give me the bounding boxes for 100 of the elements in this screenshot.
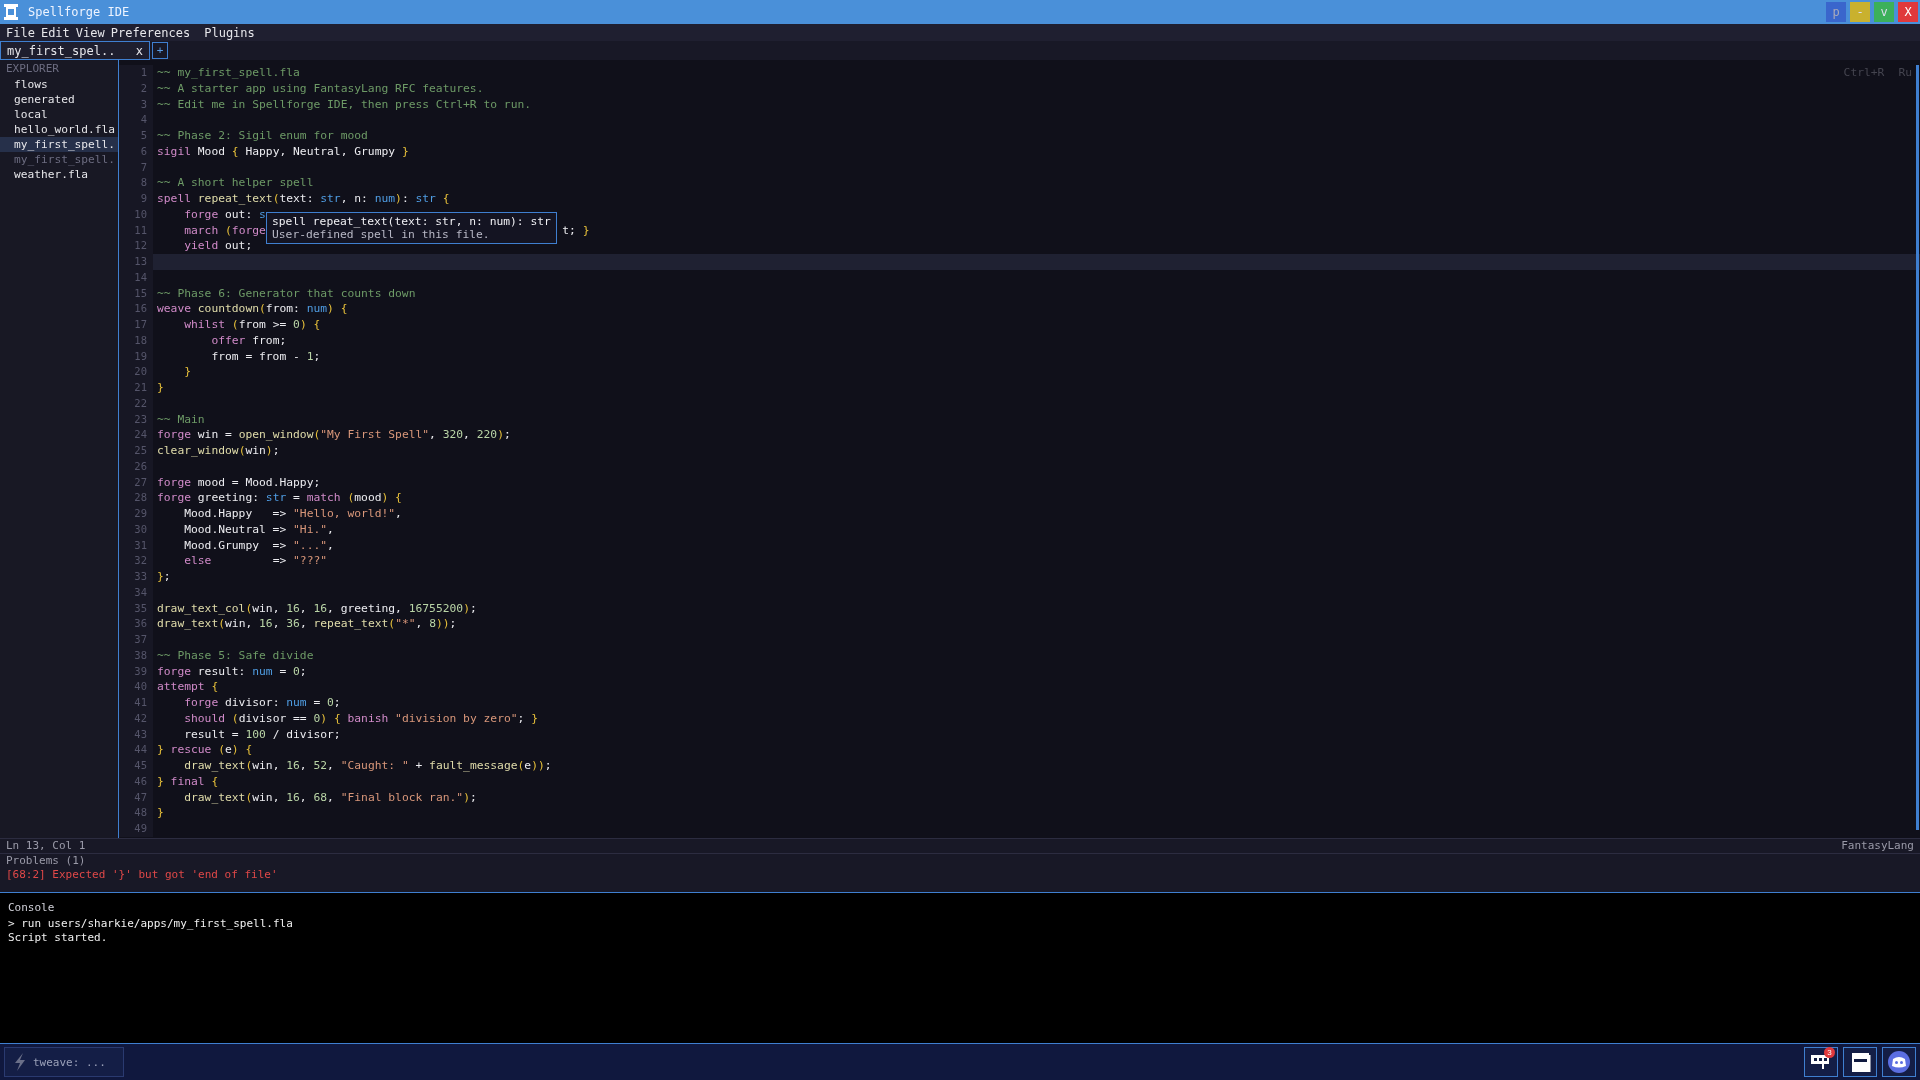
- line-number: 25: [119, 443, 153, 459]
- code-line: draw_text(win, 16, 36, repeat_text("*", 8));: [156, 616, 457, 632]
- cursor-position: Ln 13, Col 1: [6, 839, 86, 853]
- code-line: result = 100 / divisor;: [183, 726, 341, 743]
- console-line: > run users/sharkie/apps/my_first_spell.fla: [8, 917, 294, 931]
- code-line: } final {: [156, 773, 219, 790]
- explorer-entry[interactable]: local: [0, 107, 118, 122]
- window-button[interactable]: [1843, 1047, 1877, 1077]
- file-tab[interactable]: my_first_spel.. x: [0, 41, 150, 60]
- code-line: }: [156, 380, 164, 396]
- line-number: 24: [119, 427, 153, 443]
- error-message[interactable]: [68:2] Expected '}' but got 'end of file': [6, 868, 1914, 882]
- line-number: 17: [119, 317, 153, 333]
- code-line: ~~ Main: [156, 411, 205, 428]
- menu-item[interactable]: Plugins: [204, 25, 255, 40]
- explorer-entry[interactable]: flows: [0, 77, 118, 92]
- line-number: 20: [119, 364, 153, 380]
- code-line: Mood.Grumpy => "...",: [183, 537, 334, 554]
- chat-button[interactable]: 3: [1804, 1047, 1838, 1077]
- code-line: ~~ A short helper spell: [156, 175, 314, 191]
- line-number: 1: [119, 65, 153, 81]
- line-number: 5: [119, 128, 153, 144]
- code-line: draw_text(win, 16, 68, "Final block ran.");: [183, 789, 477, 806]
- explorer-entry[interactable]: hello_world.fla: [0, 122, 118, 137]
- line-number: 4: [119, 112, 153, 128]
- close-button[interactable]: X: [1898, 2, 1918, 22]
- problems-title: Problems (1): [6, 854, 87, 868]
- controller-face-icon: [1887, 1050, 1911, 1074]
- explorer-entry[interactable]: my_first_spell.: [0, 137, 118, 152]
- code-line: else => "???": [183, 553, 328, 569]
- line-number: 37: [119, 632, 153, 648]
- line-number: 12: [119, 238, 153, 254]
- window-title: Spellforge IDE: [28, 5, 130, 19]
- code-line: attempt {: [156, 679, 219, 695]
- code-line: ~~ Edit me in Spellforge IDE, then press Ctrl+R to run.: [156, 96, 532, 113]
- code-line: sigil Mood { Happy, Neutral, Grumpy }: [156, 143, 409, 160]
- tooltip-signature: spell repeat_text(text: str, n: num): str: [272, 215, 551, 228]
- code-line: Mood.Neutral => "Hi.",: [183, 521, 334, 538]
- line-number: 29: [119, 506, 153, 522]
- window-icon: [1849, 1051, 1871, 1073]
- code-line: } rescue (e) {: [156, 742, 253, 758]
- scrollbar[interactable]: [1916, 65, 1919, 830]
- line-number: 13: [119, 254, 153, 270]
- code-line: should (divisor == 0) { banish "division by zero"; }: [183, 710, 538, 727]
- scroll-icon: [4, 4, 18, 20]
- line-number: 44: [119, 742, 153, 758]
- code-line: whilst (from >= 0) {: [183, 317, 321, 333]
- code-line: spell repeat_text(text: str, n: num): str {: [156, 191, 450, 207]
- menu-item[interactable]: View: [75, 25, 105, 40]
- line-number: 9: [119, 191, 153, 207]
- console-title: Console: [8, 901, 56, 915]
- notification-badge: 3: [1824, 1047, 1835, 1058]
- code-line: ~~ Phase 5: Safe divide: [156, 647, 314, 664]
- code-line: ~~ A starter app using FantasyLang RFC features.: [156, 80, 484, 97]
- line-number: 48: [119, 805, 153, 821]
- line-number: 49: [119, 821, 153, 837]
- code-line: draw_text(win, 16, 52, "Caught: " + fault_message(e));: [183, 758, 552, 774]
- menu-item[interactable]: Preferences: [110, 25, 191, 40]
- chat-app-button[interactable]: [1882, 1047, 1916, 1077]
- lightning-icon: [13, 1053, 27, 1071]
- code-line: forge greeting: str = match (mood) {: [156, 490, 402, 506]
- code-line: clear_window(win);: [156, 443, 280, 459]
- code-line: forge win = open_window("My First Spell", 320, 220);: [156, 427, 511, 443]
- code-line: }: [156, 805, 164, 821]
- close-tab-button[interactable]: x: [135, 43, 143, 58]
- tooltip-description: User-defined spell in this file.: [272, 228, 491, 241]
- code-line: };: [156, 569, 171, 585]
- code-line: forge mood = Mood.Happy;: [156, 474, 321, 491]
- code-line: t; }: [561, 222, 590, 239]
- line-number: 33: [119, 569, 153, 585]
- code-line: offer from;: [210, 332, 287, 349]
- code-line: draw_text_col(win, 16, 16, greeting, 16755200);: [156, 600, 477, 617]
- code-line: yield out;: [183, 238, 253, 254]
- code-line: march (forge: [183, 222, 266, 239]
- code-line: weave countdown(from: num) {: [156, 301, 348, 317]
- explorer-entry[interactable]: generated: [0, 92, 118, 107]
- code-line: ~~ my_first_spell.fla: [156, 65, 300, 81]
- menu-item[interactable]: File: [6, 25, 35, 40]
- code-line: Mood.Happy => "Hello, world!",: [183, 506, 402, 522]
- line-number: 32: [119, 553, 153, 569]
- new-tab-button[interactable]: +: [152, 42, 168, 59]
- code-line: ~~ Phase 2: Sigil enum for mood: [156, 128, 368, 144]
- code-line: forge out: s: [183, 206, 266, 223]
- line-number: 40: [119, 679, 153, 695]
- line-number: 16: [119, 301, 153, 317]
- console-line: Script started.: [8, 931, 109, 945]
- explorer-title: EXPLORER: [5, 61, 60, 77]
- line-number: 28: [119, 490, 153, 506]
- code-line: from = from - 1;: [210, 348, 321, 365]
- code-line: forge result: num = 0;: [156, 663, 307, 680]
- line-number: 21: [119, 380, 153, 396]
- line-number: 8: [119, 175, 153, 191]
- task-button[interactable]: tweave: ...: [4, 1047, 124, 1077]
- line-number: 45: [119, 758, 153, 774]
- chat-icon: [1810, 1052, 1832, 1072]
- explorer-entry[interactable]: weather.fla: [0, 167, 118, 182]
- code-line: forge divisor: num = 0;: [183, 695, 341, 711]
- language-label: FantasyLang: [1841, 839, 1914, 853]
- menu-item[interactable]: Edit: [40, 25, 70, 40]
- line-number: 41: [119, 695, 153, 711]
